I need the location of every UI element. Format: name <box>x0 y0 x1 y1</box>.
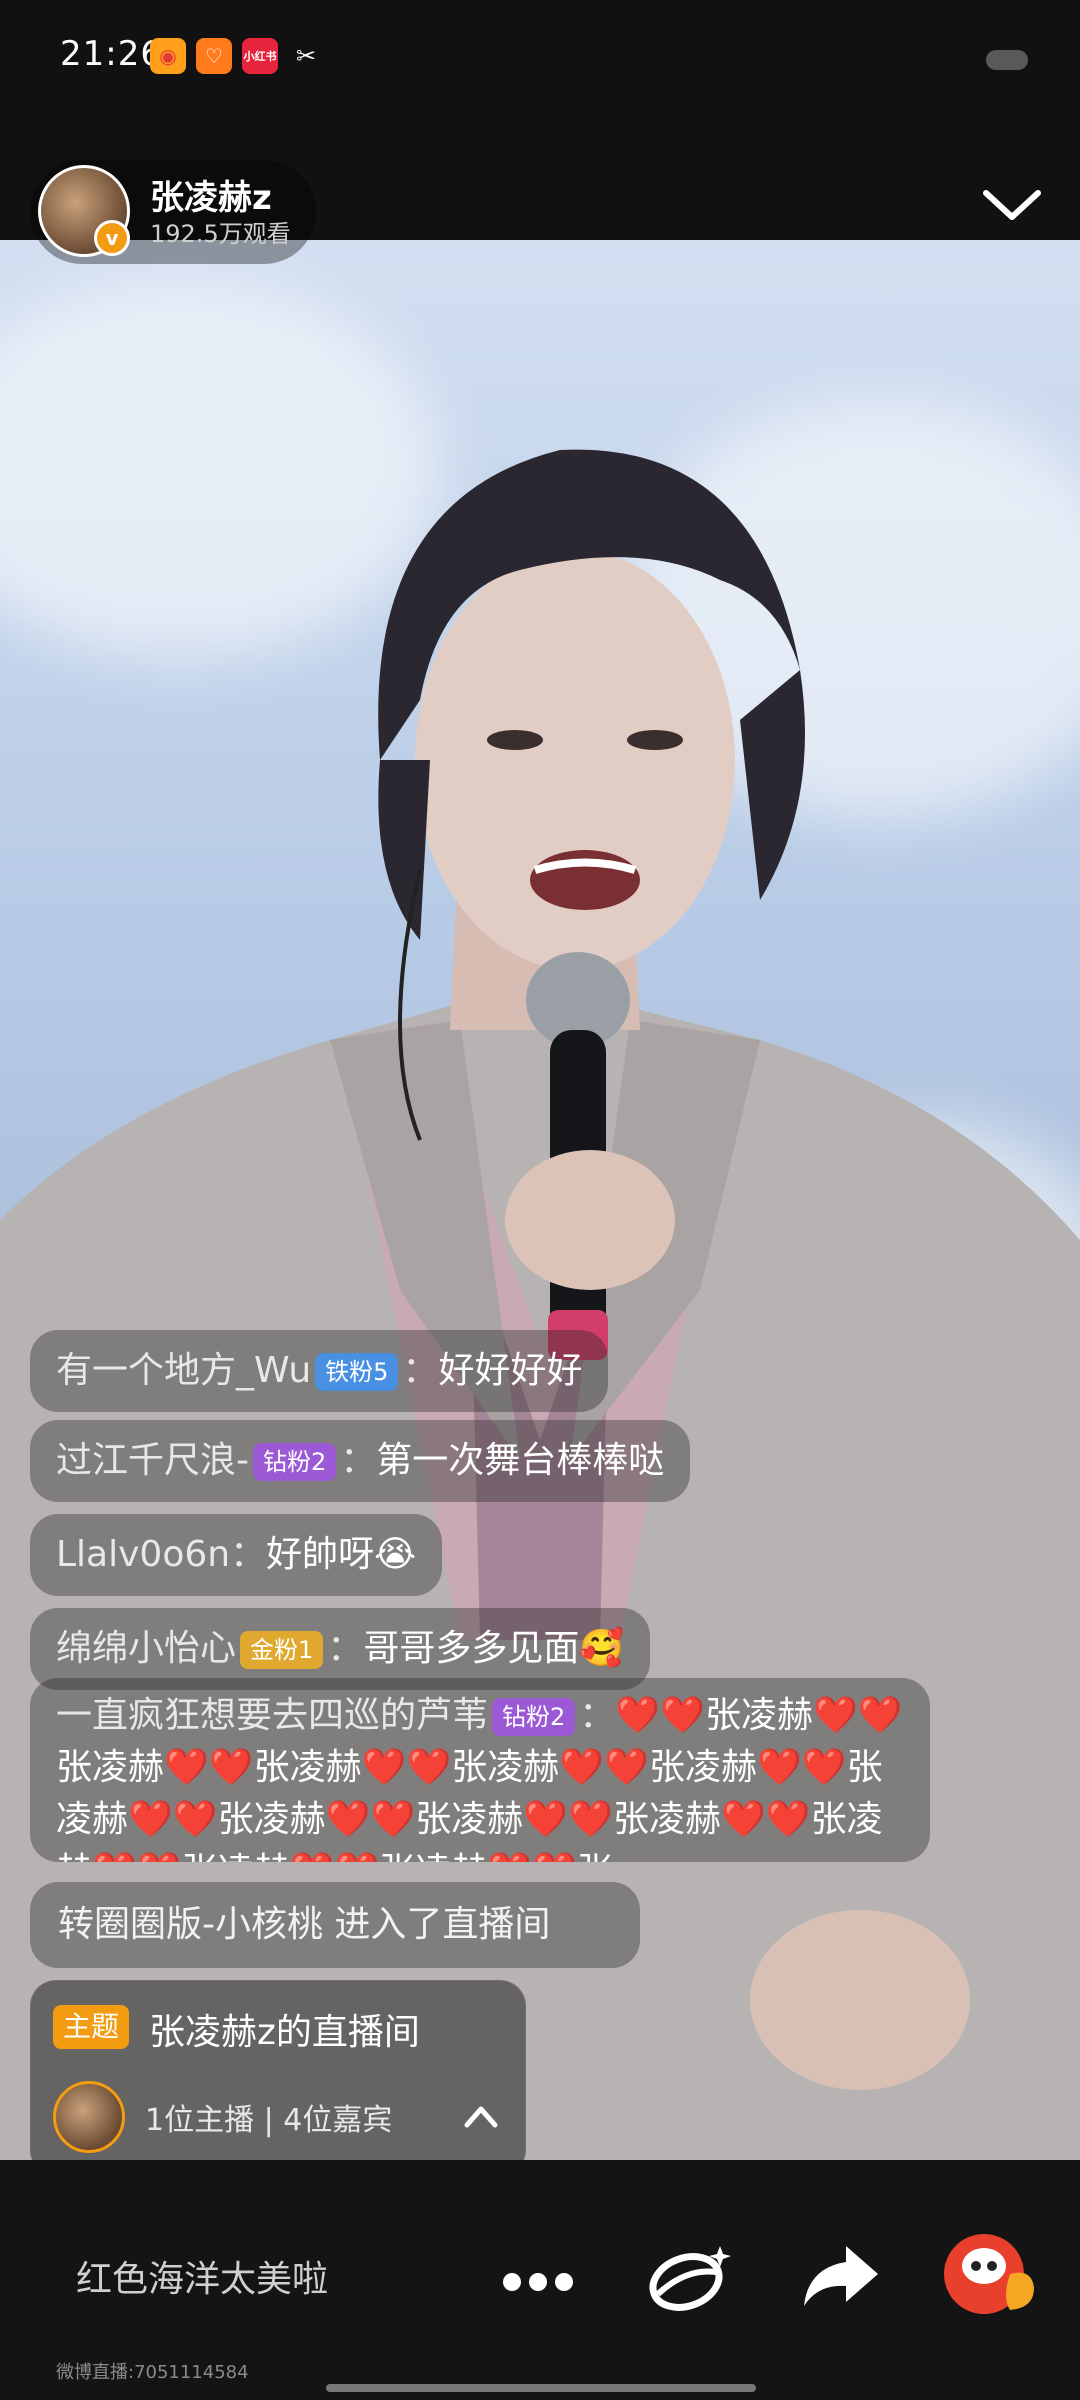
fan-badge-diamond: 钻粉2 <box>253 1443 337 1481</box>
enter-room-message: 转圈圈版-小核桃 进入了直播间 <box>30 1882 640 1968</box>
comment-separator: ： <box>340 1440 377 1481</box>
viewer-count: 192.5万观看 <box>150 220 291 248</box>
live-room-screen: 21:26 ◉ ♡ 小红书 ✂ 有一个地方_Wu 铁粉5 ：好好好好 过江千尺浪… <box>0 0 1080 2400</box>
chevron-down-icon[interactable] <box>980 185 1044 225</box>
host-name[interactable]: 张凌赫z <box>150 170 272 219</box>
comment-text: 好帥呀😭 <box>266 1534 417 1575</box>
xiaohongshu-icon: 小红书 <box>242 38 278 74</box>
capcut-icon: ✂ <box>288 38 324 74</box>
status-bar: 21:26 ◉ ♡ 小红书 ✂ <box>0 0 1080 120</box>
comment-separator: ： <box>230 1534 267 1575</box>
share-icon[interactable] <box>800 2240 880 2312</box>
chevron-up-icon[interactable] <box>461 2101 501 2131</box>
notification-icons: ◉ ♡ 小红书 ✂ <box>150 38 324 74</box>
room-title: 张凌赫z的直播间 <box>149 2012 420 2053</box>
chat-comment[interactable]: 过江千尺浪- 钻粉2 ：第一次舞台棒棒哒 <box>30 1420 691 1502</box>
gift-icon[interactable] <box>644 2238 738 2318</box>
room-stats: 1位主播 | 4位嘉宾 <box>145 2103 393 2138</box>
fan-badge-gold: 金粉1 <box>240 1631 324 1669</box>
home-indicator[interactable] <box>326 2384 756 2392</box>
room-info-card[interactable]: 主题 张凌赫z的直播间 1位主播 | 4位嘉宾 <box>30 1980 526 2176</box>
comment-username[interactable]: 绵绵小怡心 <box>56 1628 236 1669</box>
comment-separator: ： <box>327 1628 364 1669</box>
chat-comment-long[interactable]: 一直疯狂想要去四巡的芦苇 钻粉2 ：❤️❤️张凌赫❤️❤️张凌赫❤️❤️张凌赫❤️❤… <box>30 1678 930 1862</box>
verified-badge-icon: v <box>94 220 130 256</box>
like-icon[interactable] <box>940 2228 1040 2318</box>
room-host-avatar[interactable] <box>53 2081 125 2153</box>
live-video[interactable]: 有一个地方_Wu 铁粉5 ：好好好好 过江千尺浪- 钻粉2 ：第一次舞台棒棒哒 Llal… <box>0 240 1080 2160</box>
battery-icon <box>986 50 1028 70</box>
chat-comment[interactable]: 有一个地方_Wu 铁粉5 ：好好好好 <box>30 1330 609 1412</box>
status-time: 21:26 <box>60 34 163 74</box>
comment-text: 第一次舞台棒棒哒 <box>376 1440 665 1481</box>
weibo-icon: ◉ <box>150 38 186 74</box>
comment-username[interactable]: Llalv0o6n <box>56 1534 230 1575</box>
comment-username[interactable]: 有一个地方_Wu <box>56 1350 311 1391</box>
comment-username[interactable]: 过江千尺浪- <box>56 1440 249 1481</box>
comment-text: 好好好好 <box>438 1350 583 1391</box>
comment-separator: ： <box>402 1350 439 1391</box>
topic-tag: 主题 <box>53 2005 130 2049</box>
room-id: 微博直播:7051114584 <box>56 2362 249 2383</box>
comment-username[interactable]: 一直疯狂想要去四巡的芦苇 <box>56 1695 488 1736</box>
more-icon[interactable] <box>500 2262 576 2302</box>
comment-text: 哥哥多多见面🥰 <box>363 1628 625 1669</box>
comment-separator: ： <box>579 1695 616 1736</box>
fan-badge-diamond: 钻粉2 <box>492 1698 576 1736</box>
singer-figure <box>0 449 1080 2160</box>
fan-badge-iron: 铁粉5 <box>315 1353 399 1391</box>
chat-comment[interactable]: Llalv0o6n：好帥呀😭 <box>30 1514 443 1596</box>
comment-input[interactable]: 红色海洋太美啦 <box>76 2250 328 2302</box>
orange-app-icon: ♡ <box>196 38 232 74</box>
